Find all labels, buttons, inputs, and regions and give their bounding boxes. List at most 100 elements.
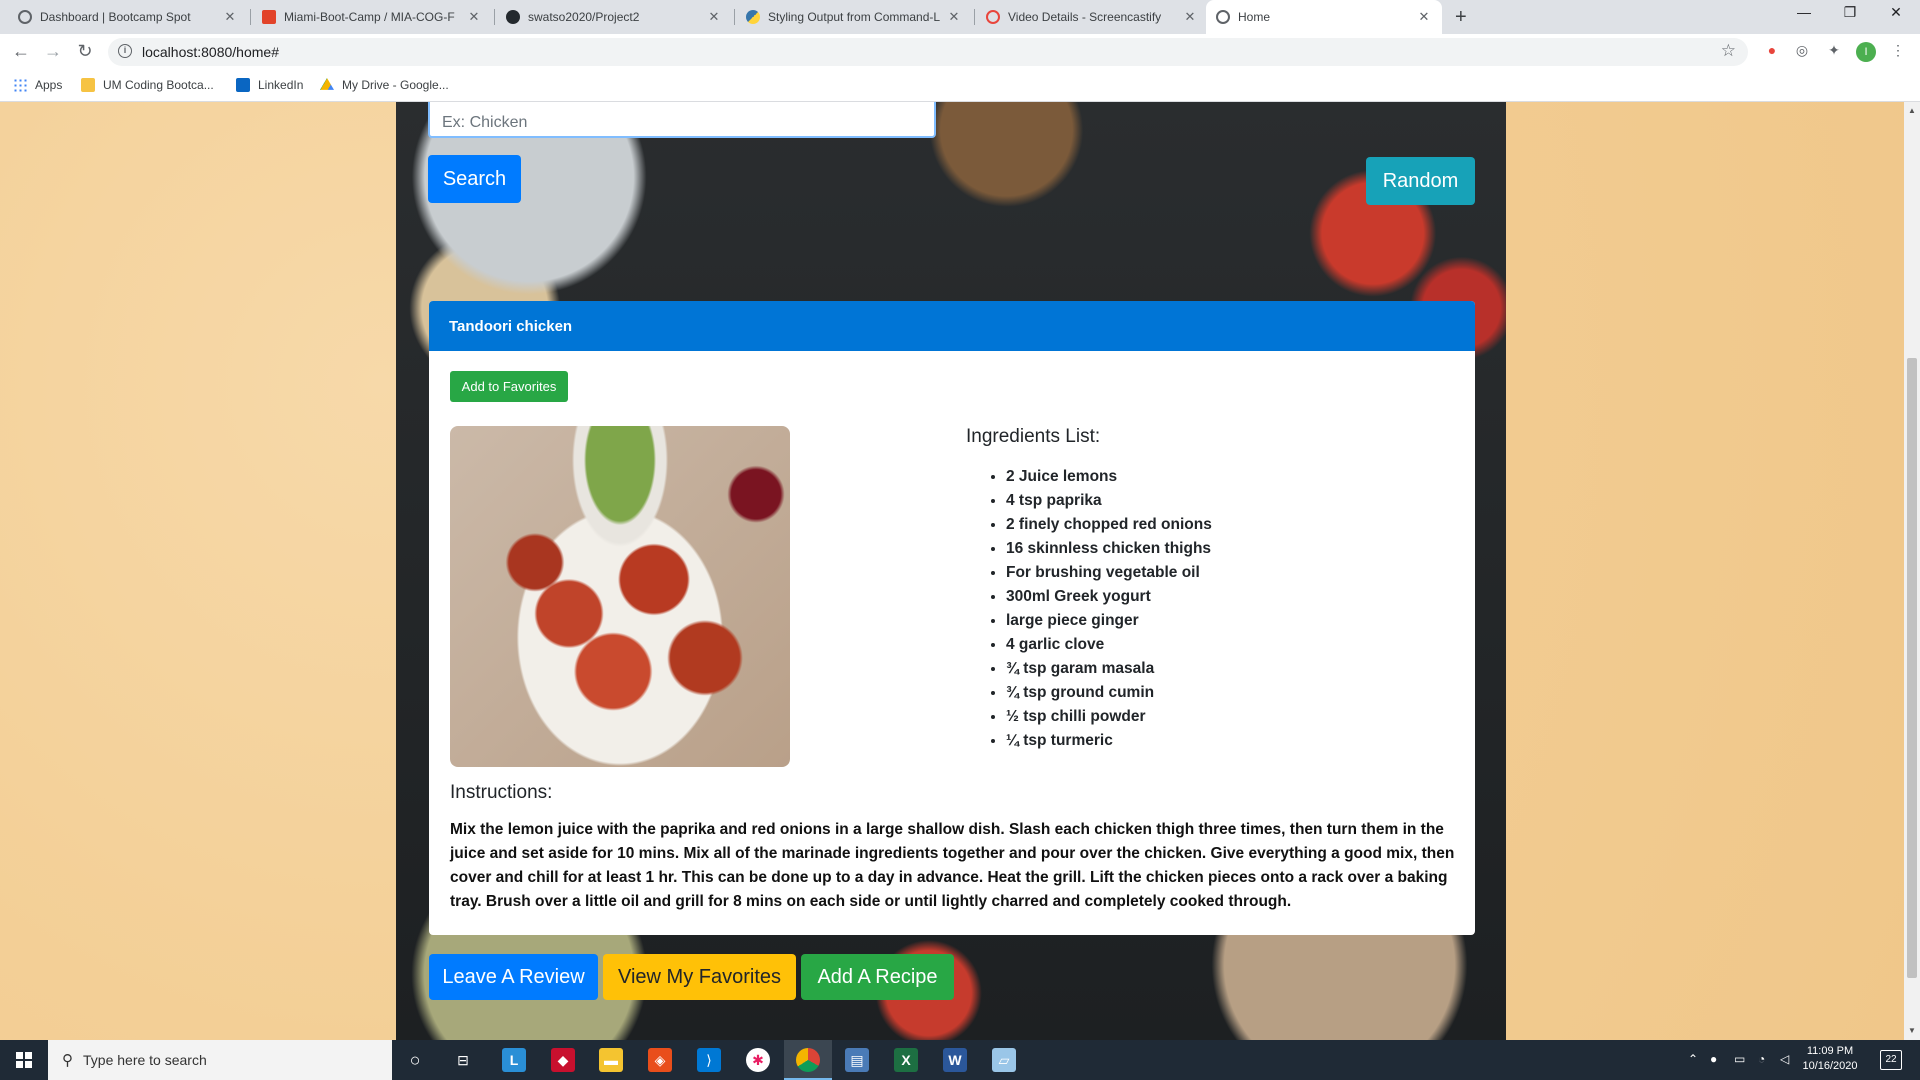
wifi-icon[interactable]: ◔ [1758, 1052, 1765, 1066]
globe-icon [18, 10, 32, 24]
bookmark-linkedin[interactable]: LinkedIn [236, 78, 303, 92]
extensions-puzzle-icon[interactable]: ✦ [1824, 42, 1844, 62]
search-button[interactable]: Search [428, 155, 521, 203]
ingredient-item: 2 Juice lemons [1006, 465, 1212, 489]
windows-logo-icon [16, 1052, 32, 1068]
tab-close-icon[interactable]: ✕ [1182, 9, 1198, 25]
bookmark-um-coding-bootcamp[interactable]: UM Coding Bootca... [81, 78, 214, 92]
folder-icon [81, 78, 95, 92]
window-close-icon[interactable]: ✕ [1876, 4, 1916, 21]
add-recipe-button[interactable]: Add A Recipe [801, 954, 954, 1000]
screencastify-icon [986, 10, 1000, 24]
page-scrollbar[interactable]: ▲ ▼ [1904, 102, 1920, 1040]
git-icon[interactable]: ◈ [648, 1048, 672, 1072]
tab-gitlab[interactable]: Miami-Boot-Camp / MIA-COG-F ✕ [252, 0, 492, 34]
address-bar[interactable]: i localhost:8080/home# ☆ [108, 38, 1748, 66]
minimize-icon[interactable]: — [1784, 4, 1824, 20]
tab-home[interactable]: Home ✕ [1206, 0, 1442, 34]
clock-time: 11:09 PM [1806, 1045, 1854, 1057]
tab-separator [250, 9, 251, 25]
excel-icon[interactable]: X [894, 1048, 918, 1072]
ingredients-heading: Ingredients List: [966, 426, 1101, 447]
ingredients-list: 2 Juice lemons 4 tsp paprika 2 finely ch… [1006, 465, 1212, 753]
tab-screencastify[interactable]: Video Details - Screencastify ✕ [976, 0, 1208, 34]
battery-icon[interactable]: ▭ [1734, 1052, 1745, 1066]
ingredient-item: ¾ tsp garam masala [1006, 657, 1212, 681]
view-favorites-button[interactable]: View My Favorites [603, 954, 796, 1000]
chrome-menu-icon[interactable]: ⋮ [1888, 42, 1908, 62]
instructions-text: Mix the lemon juice with the paprika and… [450, 821, 1455, 910]
leave-review-button[interactable]: Leave A Review [429, 954, 598, 1000]
screencastify-extension-icon[interactable]: ● [1762, 42, 1782, 62]
tab-close-icon[interactable]: ✕ [946, 9, 962, 25]
new-tab-plus-icon[interactable]: + [1455, 6, 1467, 29]
notification-center-icon[interactable]: 22 [1880, 1050, 1902, 1070]
tab-close-icon[interactable]: ✕ [466, 9, 482, 25]
terminal-icon[interactable]: ▤ [845, 1048, 869, 1072]
scroll-up-icon[interactable]: ▲ [1908, 106, 1916, 115]
back-arrow-icon[interactable]: ← [9, 41, 33, 62]
tray-app-icon[interactable]: ● [1710, 1052, 1717, 1066]
google-drive-icon [320, 78, 334, 90]
notepad-icon[interactable]: ▱ [992, 1048, 1016, 1072]
tab-github[interactable]: swatso2020/Project2 ✕ [496, 0, 732, 34]
cortana-icon[interactable]: ○ [403, 1048, 427, 1072]
clock-date: 10/16/2020 [1802, 1060, 1858, 1072]
tab-separator [494, 9, 495, 25]
ingredient-item: 300ml Greek yogurt [1006, 585, 1212, 609]
forward-arrow-icon[interactable]: → [41, 41, 65, 62]
ingredient-item: ½ tsp chilli powder [1006, 705, 1212, 729]
tab-separator [974, 9, 975, 25]
page-viewport: Ex: Chicken Search Random Tandoori chick… [0, 102, 1904, 1040]
tray-chevron-icon[interactable]: ⌃ [1688, 1052, 1698, 1066]
restore-icon[interactable]: ❐ [1830, 4, 1870, 21]
start-button[interactable] [0, 1040, 48, 1080]
recipe-search-input[interactable]: Ex: Chicken [428, 102, 936, 138]
ingredient-item: 2 finely chopped red onions [1006, 513, 1212, 537]
windows-taskbar: ⚲ Type here to search ○ ⊟ L ◆ ▬ ◈ ⟩ ✱ ▤ … [0, 1040, 1920, 1080]
bookmark-apps[interactable]: Apps [13, 78, 62, 92]
browser-tab-bar: Dashboard | Bootcamp Spot ✕ Miami-Boot-C… [0, 0, 1920, 34]
tab-separator [734, 9, 735, 25]
tab-styling-output[interactable]: Styling Output from Command-L ✕ [736, 0, 972, 34]
tab-bootcamp-spot[interactable]: Dashboard | Bootcamp Spot ✕ [8, 0, 248, 34]
random-button[interactable]: Random [1366, 157, 1475, 205]
url-text[interactable]: localhost:8080/home# [142, 44, 279, 60]
tab-close-icon[interactable]: ✕ [1416, 9, 1432, 25]
recipe-card: Tandoori chicken Add to Favorites Ingred… [429, 301, 1475, 935]
add-to-favorites-button[interactable]: Add to Favorites [450, 371, 568, 402]
vscode-icon[interactable]: ⟩ [697, 1048, 721, 1072]
bookmark-google-drive[interactable]: My Drive - Google... [320, 78, 449, 92]
linkedin-icon [236, 78, 250, 92]
site-info-icon[interactable]: i [118, 44, 132, 58]
profile-avatar[interactable]: I [1856, 42, 1876, 62]
browser-toolbar: ← → ↻ i localhost:8080/home# ☆ ● ◎ ✦ I ⋮ [0, 34, 1920, 70]
ingredient-item: large piece ginger [1006, 609, 1212, 633]
app-l-icon[interactable]: L [502, 1048, 526, 1072]
chrome-icon[interactable] [796, 1048, 820, 1072]
recipe-title: Tandoori chicken [429, 301, 1475, 351]
file-explorer-icon[interactable]: ▬ [599, 1048, 623, 1072]
globe-icon [1216, 10, 1230, 24]
scrollbar-thumb[interactable] [1907, 358, 1917, 978]
scroll-down-icon[interactable]: ▼ [1908, 1026, 1916, 1035]
instructions-heading: Instructions: [450, 782, 553, 803]
extension-circle-icon[interactable]: ◎ [1792, 42, 1812, 62]
taskbar-search-box[interactable]: ⚲ Type here to search [48, 1040, 392, 1080]
recipe-image [450, 426, 790, 767]
ingredient-item: 4 garlic clove [1006, 633, 1212, 657]
tab-close-icon[interactable]: ✕ [222, 9, 238, 25]
search-icon: ⚲ [62, 1052, 73, 1069]
reload-icon[interactable]: ↻ [73, 41, 97, 62]
mcafee-icon[interactable]: ◆ [551, 1048, 575, 1072]
tab-close-icon[interactable]: ✕ [706, 9, 722, 25]
task-view-icon[interactable]: ⊟ [451, 1048, 475, 1072]
word-icon[interactable]: W [943, 1048, 967, 1072]
ingredient-item: ¼ tsp turmeric [1006, 729, 1212, 753]
slack-icon[interactable]: ✱ [746, 1048, 770, 1072]
github-icon [506, 10, 520, 24]
ingredient-item: 4 tsp paprika [1006, 489, 1212, 513]
bookmark-star-icon[interactable]: ☆ [1721, 41, 1736, 61]
volume-icon[interactable]: ◁ [1780, 1052, 1789, 1066]
taskbar-clock[interactable]: 11:09 PM 10/16/2020 [1798, 1044, 1862, 1074]
